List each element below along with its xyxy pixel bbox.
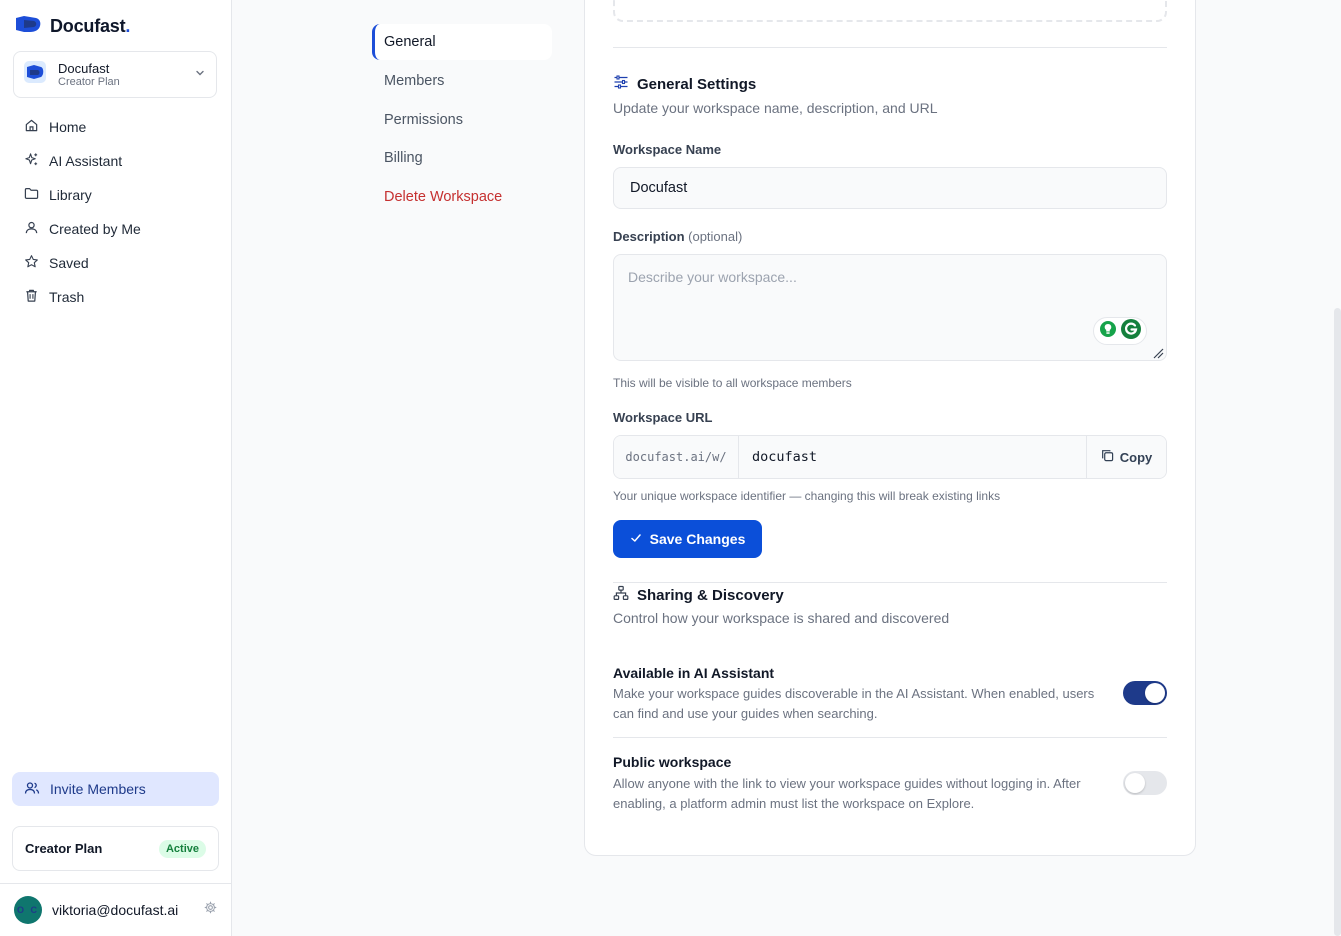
- user-email: viktoria@docufast.ai: [52, 902, 179, 918]
- brand[interactable]: Docufast.: [14, 14, 130, 39]
- docufast-logo-icon: [14, 14, 42, 39]
- scrollbar[interactable]: [1334, 308, 1341, 936]
- workspace-plan: Creator Plan: [58, 75, 120, 88]
- sliders-icon: [613, 74, 629, 94]
- description-label: Description (optional): [613, 229, 742, 244]
- tab-members[interactable]: Members: [372, 62, 552, 101]
- tab-permissions[interactable]: Permissions: [372, 101, 552, 140]
- sparkles-icon: [24, 152, 39, 170]
- toggle-knob: [1145, 683, 1165, 703]
- folder-icon: [24, 186, 39, 204]
- check-icon: [630, 531, 642, 547]
- public-workspace-toggle[interactable]: [1123, 771, 1167, 795]
- grammarly-icon: [1120, 318, 1142, 345]
- ai-assistant-toggle[interactable]: [1123, 681, 1167, 705]
- tab-delete-workspace[interactable]: Delete Workspace: [372, 178, 552, 217]
- avatar[interactable]: O C: [14, 896, 42, 924]
- save-changes-label: Save Changes: [649, 531, 746, 547]
- ai-assistant-setting-title: Available in AI Assistant: [613, 665, 775, 681]
- divider: [613, 47, 1167, 48]
- sidebar-item-trash[interactable]: Trash: [12, 280, 220, 314]
- status-badge: Active: [158, 839, 206, 858]
- description-helper: This will be visible to all workspace me…: [613, 376, 852, 390]
- workspace-name-label: Workspace Name: [613, 142, 722, 157]
- toggle-knob: [1125, 773, 1145, 793]
- resize-handle-icon[interactable]: [1152, 346, 1164, 364]
- description-label-text: Description: [613, 229, 685, 244]
- sharing-subtitle: Control how your workspace is shared and…: [613, 610, 950, 626]
- sidebar: Docufast. Docufast Creator Plan Home AI …: [0, 0, 232, 936]
- invite-members-button[interactable]: Invite Members: [12, 772, 219, 806]
- brand-dot: .: [125, 16, 131, 36]
- copy-icon: [1101, 449, 1114, 465]
- lightbulb-icon: [1099, 320, 1117, 343]
- sidebar-item-label: Trash: [49, 289, 85, 305]
- brand-name: Docufast: [50, 16, 126, 36]
- trash-icon: [24, 288, 39, 306]
- copy-url-button[interactable]: Copy: [1086, 436, 1166, 478]
- tab-billing[interactable]: Billing: [372, 139, 552, 178]
- copy-label: Copy: [1119, 449, 1153, 465]
- sidebar-item-label: AI Assistant: [49, 153, 123, 169]
- sidebar-nav: Home AI Assistant Library Created by Me …: [12, 110, 220, 314]
- sidebar-item-home[interactable]: Home: [12, 110, 220, 144]
- sidebar-item-label: Saved: [49, 255, 89, 271]
- plan-name: Creator Plan: [25, 841, 103, 856]
- users-icon: [24, 780, 40, 799]
- home-icon: [24, 118, 39, 136]
- general-settings-title: General Settings: [637, 75, 757, 93]
- plan-card[interactable]: Creator Plan Active: [12, 826, 219, 871]
- workspace-name: Docufast: [58, 60, 110, 76]
- general-settings-subtitle: Update your workspace name, description,…: [613, 100, 938, 116]
- workspace-switcher[interactable]: Docufast Creator Plan: [13, 51, 217, 98]
- public-workspace-setting-desc: Allow anyone with the link to view your …: [613, 776, 1081, 811]
- sidebar-item-label: Home: [49, 119, 87, 135]
- url-helper: Your unique workspace identifier — chang…: [613, 489, 1001, 503]
- sharing-heading: Sharing & Discovery: [613, 585, 784, 605]
- save-changes-button[interactable]: Save Changes: [613, 520, 762, 558]
- workspace-logo-icon: [24, 61, 46, 88]
- sidebar-item-library[interactable]: Library: [12, 178, 220, 212]
- workspace-name-input[interactable]: Docufast: [613, 167, 1167, 209]
- url-prefix: docufast.ai/w/: [614, 436, 739, 478]
- workspace-url-input[interactable]: docufast: [739, 436, 1086, 478]
- sharing-title: Sharing & Discovery: [637, 586, 784, 604]
- upload-dropzone[interactable]: [613, 0, 1167, 22]
- sidebar-item-ai-assistant[interactable]: AI Assistant: [12, 144, 220, 178]
- sitemap-icon: [613, 585, 629, 605]
- settings-card: [584, 0, 1196, 856]
- sidebar-item-label: Created by Me: [49, 221, 141, 237]
- description-textarea[interactable]: Describe your workspace...: [613, 254, 1167, 361]
- tab-general[interactable]: General: [372, 24, 552, 60]
- sidebar-item-label: Library: [49, 187, 92, 203]
- star-icon: [24, 254, 39, 272]
- gear-icon[interactable]: [204, 901, 217, 919]
- user-icon: [24, 220, 39, 238]
- grammarly-widget[interactable]: [1093, 317, 1147, 345]
- chevron-down-icon: [194, 66, 206, 84]
- divider: [613, 737, 1167, 738]
- workspace-url-label: Workspace URL: [613, 410, 713, 425]
- divider: [613, 582, 1167, 583]
- settings-subnav: General Members Permissions Billing Dele…: [372, 24, 552, 216]
- general-settings-heading: General Settings: [613, 74, 756, 94]
- sidebar-item-saved[interactable]: Saved: [12, 246, 220, 280]
- ai-assistant-setting-desc: Make your workspace guides discoverable …: [613, 686, 1095, 721]
- public-workspace-setting-title: Public workspace: [613, 754, 732, 770]
- user-bar: O C viktoria@docufast.ai: [0, 883, 231, 936]
- sidebar-item-created-by-me[interactable]: Created by Me: [12, 212, 220, 246]
- workspace-url-group: docufast.ai/w/ docufast Copy: [613, 435, 1167, 479]
- invite-members-label: Invite Members: [50, 781, 146, 797]
- description-optional: (optional): [688, 229, 743, 244]
